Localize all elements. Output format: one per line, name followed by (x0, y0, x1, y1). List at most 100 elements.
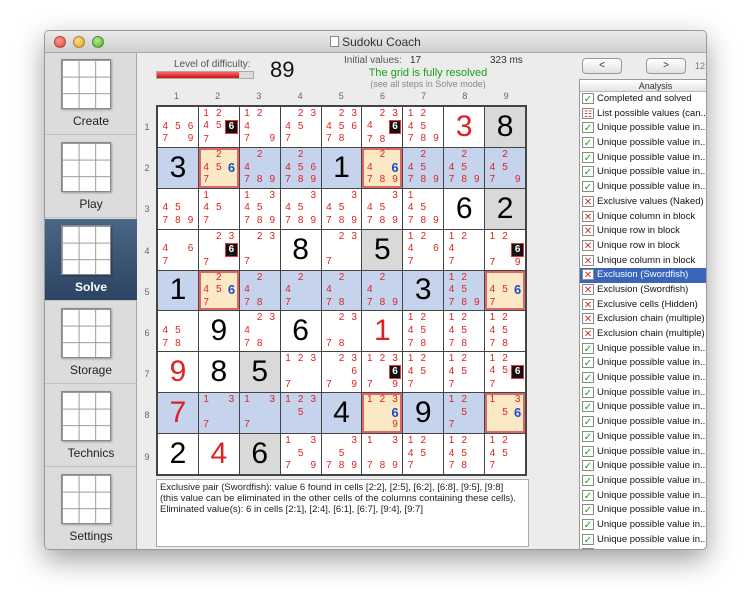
sudoku-cell[interactable]: 1245789 (444, 270, 485, 311)
sudoku-cell[interactable]: 5 (362, 229, 403, 270)
sudoku-cell[interactable]: 12456 7 (198, 107, 239, 147)
sudoku-cell[interactable]: 23 457 (280, 107, 321, 147)
sudoku-cell[interactable]: 1 3 789 (362, 434, 403, 474)
analysis-step[interactable]: ✕ Exclusion (Swordfish) (580, 283, 706, 298)
sudoku-cell[interactable]: 3 45789 (362, 188, 403, 229)
analysis-step[interactable]: ✓Unique possible value in... (580, 474, 706, 489)
sudoku-cell[interactable]: 1 3 7 (198, 393, 239, 434)
sudoku-cell[interactable]: 2478 (239, 270, 280, 311)
analysis-step[interactable]: ✓Unique possible value in... (580, 356, 706, 371)
sudoku-cell[interactable]: 145789 (403, 188, 444, 229)
sudoku-cell[interactable]: 2 (485, 188, 525, 229)
analysis-step[interactable]: ✕ Unique row in block (580, 224, 706, 239)
sudoku-cell[interactable]: 2456 7 (198, 270, 239, 311)
sudoku-cell[interactable]: 3 (158, 147, 198, 188)
sidebar-item-play[interactable]: Play (45, 136, 137, 218)
sudoku-cell[interactable]: 35789 (321, 434, 362, 474)
sudoku-cell[interactable]: 6 (280, 311, 321, 352)
analysis-step[interactable]: ✕ Exclusion chain (multiple) (580, 312, 706, 327)
sudoku-cell[interactable]: 1247 (444, 229, 485, 270)
sidebar-item-settings[interactable]: Settings (45, 468, 137, 549)
sudoku-cell[interactable]: 1236 7 9 (362, 352, 403, 393)
sudoku-cell[interactable]: 23 7 (321, 229, 362, 270)
analysis-step[interactable]: ✓Unique possible value in... (580, 136, 706, 151)
sudoku-cell[interactable]: 3 45789 (280, 188, 321, 229)
sudoku-cell[interactable]: 5 (239, 352, 280, 393)
sudoku-cell[interactable]: 1 3 7 (239, 393, 280, 434)
sudoku-cell[interactable]: 124578 (403, 311, 444, 352)
sudoku-cell[interactable]: 123 7 (280, 352, 321, 393)
analysis-step[interactable]: ✕ Unique column in block (580, 254, 706, 269)
sudoku-cell[interactable]: 124 6 7 (403, 229, 444, 270)
sudoku-cell[interactable]: 1247 9 (239, 107, 280, 147)
sudoku-cell[interactable]: 6 (444, 188, 485, 229)
analysis-step[interactable]: ✓Unique possible value in... (580, 459, 706, 474)
sudoku-cell[interactable]: 2 (158, 434, 198, 474)
sudoku-cell[interactable]: 1 (321, 147, 362, 188)
sudoku-cell[interactable]: 1 3 45789 (239, 188, 280, 229)
sudoku-cell[interactable]: 12369 (362, 393, 403, 434)
analysis-step[interactable]: ✓Unique possible value in... (580, 400, 706, 415)
sudoku-cell[interactable]: 9 (158, 352, 198, 393)
sudoku-cell[interactable]: 24789 (239, 147, 280, 188)
analysis-step[interactable]: ✕ Unique row in block (580, 239, 706, 254)
sudoku-cell[interactable]: 236 7 9 (321, 352, 362, 393)
sudoku-cell[interactable]: 1457 (198, 188, 239, 229)
sudoku-cell[interactable]: 24 6 789 (362, 147, 403, 188)
sudoku-cell[interactable]: 1 357 9 (280, 434, 321, 474)
analysis-step[interactable]: ✕ Exclusion chain (multiple) (580, 327, 706, 342)
analysis-list[interactable]: Analysis ✓ Completed and solved ☷ List poss… (579, 79, 706, 549)
sudoku-cell[interactable]: 12457 (403, 434, 444, 474)
next-step-button[interactable]: > (646, 58, 686, 74)
sudoku-cell[interactable]: 124578 (444, 311, 485, 352)
sudoku-cell[interactable]: 2456 789 (280, 147, 321, 188)
sudoku-cell[interactable]: 23 478 (239, 311, 280, 352)
analysis-step[interactable]: ✓Unique possible value in... (580, 430, 706, 445)
sudoku-cell[interactable]: 4578 (158, 311, 198, 352)
analysis-step[interactable]: ☷ List possible values (can... (580, 107, 706, 122)
sudoku-cell[interactable]: 9 (198, 311, 239, 352)
sudoku-cell[interactable]: 23 7 (239, 229, 280, 270)
sudoku-cell[interactable]: 7 (158, 393, 198, 434)
analysis-step[interactable]: ✓Unique possible value in... (580, 503, 706, 518)
sudoku-cell[interactable]: 1245789 (403, 107, 444, 147)
sudoku-cell[interactable]: 12456 7 (485, 352, 525, 393)
sudoku-cell[interactable]: 8 (198, 352, 239, 393)
analysis-step[interactable]: ✓ Completed and solved (580, 92, 706, 107)
analysis-step[interactable]: ✓Unique possible value in... (580, 547, 706, 549)
sudoku-cell[interactable]: 126 7 9 (485, 229, 525, 270)
sudoku-grid[interactable]: 4567912456712479234572345678234678124578… (156, 105, 527, 476)
sudoku-cell[interactable]: 4 (198, 434, 239, 474)
sudoku-cell[interactable]: 2457 9 (485, 147, 525, 188)
sudoku-cell[interactable]: 12457 (444, 352, 485, 393)
analysis-step[interactable]: ✓Unique possible value in... (580, 165, 706, 180)
sudoku-cell[interactable]: 245789 (444, 147, 485, 188)
sudoku-cell[interactable]: 456 7 (485, 270, 525, 311)
sudoku-cell[interactable]: 4 6 7 (158, 229, 198, 270)
sudoku-cell[interactable]: 247 (280, 270, 321, 311)
sudoku-cell[interactable]: 1257 (444, 393, 485, 434)
analysis-step[interactable]: ✓Unique possible value in... (580, 415, 706, 430)
sudoku-cell[interactable]: 9 (403, 393, 444, 434)
sudoku-cell[interactable]: 3 45789 (321, 188, 362, 229)
analysis-step[interactable]: ✓Unique possible value in... (580, 518, 706, 533)
analysis-step[interactable]: ✕ Exclusive cells (Hidden) (580, 298, 706, 313)
analysis-step[interactable]: ✓Unique possible value in... (580, 151, 706, 166)
sudoku-cell[interactable]: 8 (485, 107, 525, 147)
sidebar-item-create[interactable]: Create (45, 53, 137, 135)
sudoku-cell[interactable]: 245789 (403, 147, 444, 188)
sudoku-cell[interactable]: 8 (280, 229, 321, 270)
analysis-step[interactable]: ✓Unique possible value in... (580, 489, 706, 504)
previous-step-button[interactable]: < (582, 58, 622, 74)
sudoku-cell[interactable]: 24789 (362, 270, 403, 311)
sudoku-cell[interactable]: 1356 (485, 393, 525, 434)
analysis-step[interactable]: ✓Unique possible value in... (580, 121, 706, 136)
sidebar-item-storage[interactable]: Storage (45, 302, 137, 384)
sudoku-cell[interactable]: 236 7 (198, 229, 239, 270)
sudoku-cell[interactable]: 2456 7 (198, 147, 239, 188)
sudoku-cell[interactable]: 45789 (158, 188, 198, 229)
sudoku-cell[interactable]: 2478 (321, 270, 362, 311)
sudoku-cell[interactable]: 4 (321, 393, 362, 434)
sudoku-cell[interactable]: 23 4 6 78 (362, 107, 403, 147)
analysis-step[interactable]: ✓Unique possible value in... (580, 371, 706, 386)
